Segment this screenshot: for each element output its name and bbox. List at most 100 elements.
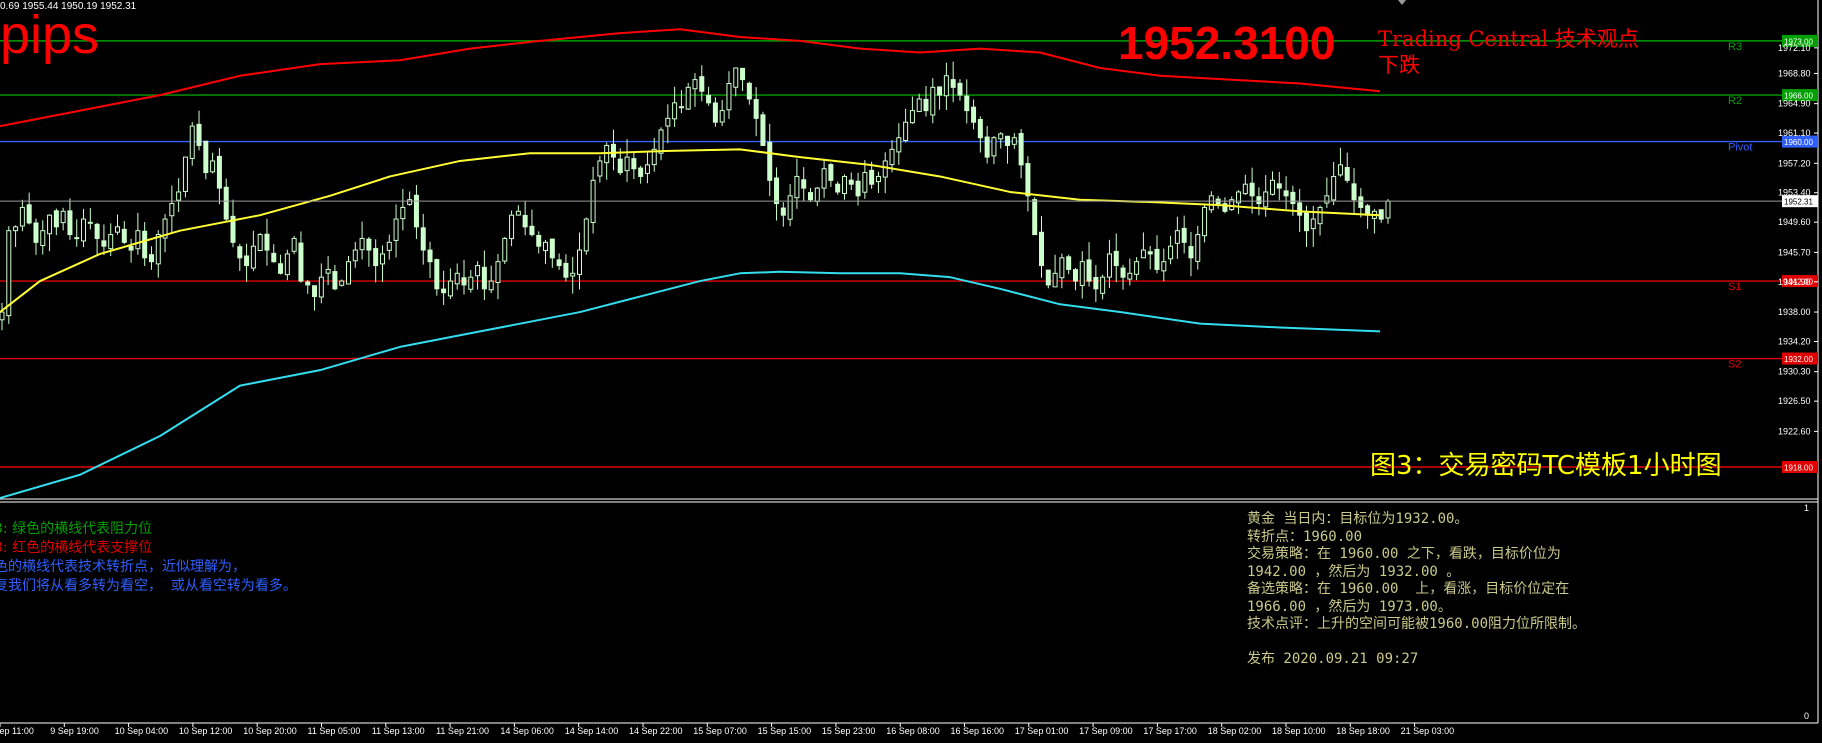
candle-body	[998, 133, 1004, 140]
candle-body	[855, 180, 861, 197]
x-tick-label: 17 Sep 09:00	[1079, 726, 1133, 736]
candle-body	[359, 237, 365, 251]
candle-body	[346, 261, 351, 285]
candle-body	[1100, 276, 1106, 294]
legend-pivot-text: 色的横线代表技术转折点，近似理解为，	[0, 559, 246, 575]
candle-body	[767, 141, 773, 181]
candle-body	[182, 156, 188, 192]
candle-body	[250, 245, 256, 269]
y-tick-label: 1949.60	[1778, 217, 1811, 227]
x-tick-label: 9 Sep 19:00	[50, 726, 99, 736]
candle-body	[19, 206, 25, 227]
analysis-line: 1966.00 ，然后为 1973.00。	[1247, 598, 1452, 615]
candle-body	[1331, 175, 1337, 201]
tc-opinion-line2: 下跌	[1378, 53, 1420, 78]
x-tick-label: 10 Sep 12:00	[179, 726, 233, 736]
candle-body	[1174, 230, 1180, 244]
indicator-scale-top: 1	[1804, 503, 1809, 513]
candle-body	[101, 240, 107, 247]
analysis-line: 备选策略：在 1960.00 上，看涨，目标价位定在	[1247, 581, 1570, 597]
candle-body	[808, 192, 813, 201]
candle-body	[1303, 212, 1309, 232]
analysis-text: 黄金 当日内：目标位为1932.00。 转折点：1960.00 交易策略：在 196…	[1247, 511, 1586, 669]
candle-body	[1113, 250, 1119, 267]
candle-body	[264, 233, 270, 251]
candle-body	[1072, 269, 1078, 282]
candle-body	[257, 234, 263, 251]
candle-body	[1297, 202, 1303, 216]
candle-body	[339, 280, 345, 286]
current-price-tag-text: 1952.31	[1784, 198, 1813, 207]
candle-body	[821, 168, 827, 189]
candle-body	[447, 280, 453, 297]
x-tick-label: 11 Sep 21:00	[436, 726, 489, 736]
candle-body	[284, 253, 290, 276]
level-price-tag-text: 1918.00	[1784, 464, 1813, 473]
candle-body	[393, 218, 399, 241]
y-tick-label: 1941.90	[1778, 277, 1811, 287]
tc-opinion-line1: Trading Central 技术观点	[1378, 27, 1639, 51]
indicator-scale-bottom: 0	[1804, 711, 1809, 721]
analysis-publish-time: 发布 2020.09.21 09:27	[1247, 651, 1419, 667]
analysis-spacer	[1247, 634, 1586, 652]
candle-body	[699, 76, 705, 92]
candle-body	[610, 143, 616, 158]
candle-body	[379, 253, 385, 265]
candle-body	[536, 234, 542, 247]
candle-body	[556, 259, 562, 267]
candle-body	[386, 241, 392, 251]
candle-body	[1242, 183, 1248, 195]
candle-body	[814, 187, 820, 202]
y-tick-label: 1972.10	[1778, 43, 1811, 53]
candle-body	[1079, 261, 1085, 286]
candle-body	[1385, 200, 1391, 219]
level-label: R3	[1728, 41, 1742, 53]
candle-body	[400, 206, 406, 220]
legend-pivot-text-2: 复我们将从看多转为看空， 或从看空转为看多。	[0, 578, 297, 594]
candle-body	[570, 272, 576, 277]
candle-body	[991, 137, 997, 157]
candle-body	[522, 214, 528, 228]
candle-body	[543, 241, 549, 252]
candle-body	[1154, 248, 1160, 270]
candle-body	[957, 82, 963, 96]
candle-body	[937, 86, 943, 96]
candle-body	[1011, 137, 1017, 145]
candle-body	[1039, 231, 1044, 267]
candle-body	[325, 268, 331, 274]
candle-body	[692, 79, 698, 90]
candle-body	[617, 158, 623, 174]
candle-body	[1317, 206, 1323, 225]
candle-body	[40, 230, 46, 246]
candle-body	[128, 246, 134, 251]
candle-body	[115, 226, 120, 233]
candle-body	[1310, 218, 1316, 230]
candle-body	[604, 144, 610, 164]
candle-body	[1025, 163, 1031, 197]
candle-body	[1005, 135, 1011, 146]
candle-body	[1161, 261, 1167, 272]
candle-body	[461, 277, 467, 286]
candle-body	[583, 218, 589, 252]
y-tick-label: 1938.00	[1778, 307, 1811, 317]
candle-body	[638, 167, 644, 177]
candle-body	[407, 199, 413, 205]
candle-body	[984, 136, 990, 158]
candle-body	[244, 255, 250, 267]
candle-body	[746, 82, 752, 100]
candle-body	[413, 194, 419, 228]
candle-body	[828, 164, 834, 181]
candle-body	[1127, 272, 1133, 280]
candle-body	[794, 175, 800, 199]
candle-body	[74, 237, 80, 240]
x-tick-label: 15 Sep 15:00	[758, 726, 812, 736]
candle-body	[1290, 191, 1296, 205]
candle-body	[47, 214, 53, 235]
candle-body	[1018, 133, 1024, 166]
candle-body	[203, 140, 209, 174]
candle-body	[706, 94, 712, 104]
candle-body	[67, 210, 73, 236]
candle-body	[665, 117, 671, 127]
y-tick-label: 1964.90	[1778, 99, 1811, 109]
x-tick-label: 14 Sep 14:00	[565, 726, 619, 736]
